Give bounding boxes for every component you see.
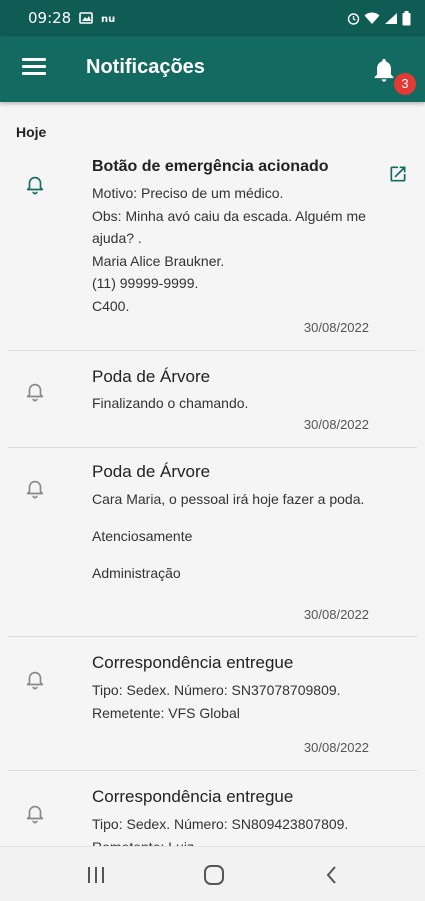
bell-icon [26, 480, 44, 499]
bell-icon [26, 805, 44, 824]
menu-button[interactable] [22, 58, 46, 80]
notification-body: Tipo: Sedex. Número: SN37078709809. Reme… [92, 682, 341, 721]
open-link-icon[interactable] [388, 164, 408, 184]
notification-title: Botão de emergência acionado [92, 158, 329, 175]
notification-date: 30/08/2022 [303, 320, 369, 335]
nu-icon: nu [101, 14, 115, 24]
notification-body: Cara Maria, o pessoal irá hoje fazer a p… [92, 491, 365, 581]
back-icon[interactable] [320, 863, 344, 887]
system-navigation-bar [0, 846, 425, 901]
recent-apps-icon[interactable] [84, 863, 108, 887]
notification-date: 30/08/2022 [303, 417, 369, 432]
svg-text:nu: nu [101, 14, 115, 24]
menu-icon [22, 58, 46, 61]
bell-icon [26, 383, 44, 402]
section-label-today: Hoje [16, 124, 47, 140]
status-time: 09:28 [28, 9, 72, 27]
notification-body: Finalizando o chamando. [92, 395, 249, 411]
page-title: Notificações [86, 56, 205, 78]
home-icon[interactable] [202, 863, 226, 887]
wifi-icon [364, 12, 380, 24]
status-bar: 09:28 nu [0, 0, 425, 36]
signal-icon [385, 12, 397, 24]
notification-title: Correspondência entregue [92, 787, 294, 806]
bell-icon [26, 176, 44, 195]
notification-item[interactable]: Botão de emergência acionado Motivo: Pre… [8, 148, 417, 351]
notification-date: 30/08/2022 [303, 607, 369, 622]
alarm-icon [347, 13, 360, 25]
notification-title: Correspondência entregue [92, 653, 294, 672]
app-bar: Notificações 3 [0, 36, 425, 102]
notification-body: Motivo: Preciso de um médico. Obs: Minha… [92, 185, 366, 314]
notification-item[interactable]: Correspondência entregue Tipo: Sedex. Nú… [8, 637, 417, 771]
notification-date: 30/08/2022 [303, 740, 369, 755]
notification-title: Poda de Árvore [92, 367, 211, 386]
battery-icon [402, 10, 411, 25]
bell-icon [26, 671, 44, 690]
notification-item[interactable]: Correspondência entregue Tipo: Sedex. Nú… [8, 771, 417, 855]
gallery-icon [79, 12, 94, 24]
notification-title: Poda de Árvore [92, 462, 211, 481]
notification-count-badge: 3 [394, 73, 416, 95]
notification-item[interactable]: Poda de Árvore Cara Maria, o pessoal irá… [8, 448, 417, 637]
notification-item[interactable]: Poda de Árvore Finalizando o chamando. 3… [8, 351, 417, 448]
